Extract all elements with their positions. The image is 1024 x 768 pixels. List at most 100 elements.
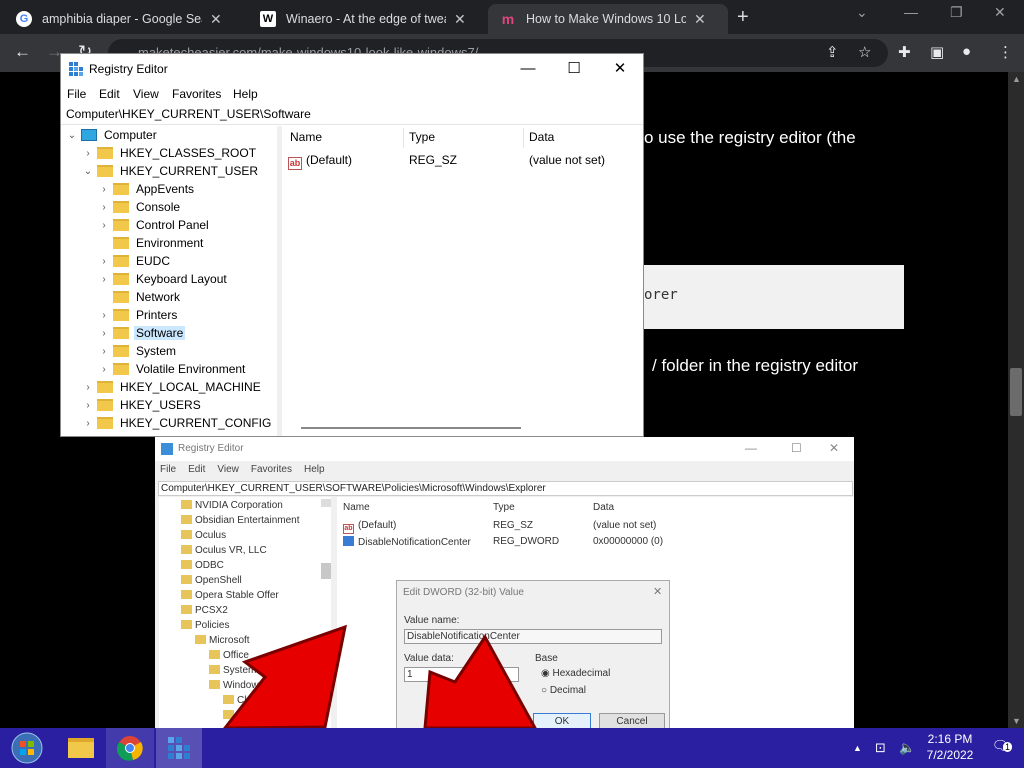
tree-hkey-current-user[interactable]: ⌄ HKEY_CURRENT_USER bbox=[81, 162, 260, 180]
chevron-right-icon[interactable]: › bbox=[97, 346, 111, 357]
tree-item-appevents[interactable]: › AppEvents bbox=[97, 180, 196, 198]
registry-editor-window[interactable]: Registry Editor — ☐ ✕ File Edit View Fav… bbox=[60, 53, 644, 437]
show-hidden-icons[interactable]: ▲ bbox=[853, 743, 862, 753]
taskbar-registry-editor[interactable] bbox=[156, 728, 202, 768]
registry-tree[interactable]: ⌄ Computer › HKEY_CLASSES_ROOT ⌄ HKEY_CURRE… bbox=[61, 126, 277, 436]
chevron-right-icon[interactable]: › bbox=[81, 148, 95, 159]
scroll-up-icon[interactable]: ▲ bbox=[1012, 74, 1021, 84]
folder-icon bbox=[113, 219, 129, 231]
chevron-right-icon[interactable]: › bbox=[97, 310, 111, 321]
chevron-down-icon[interactable]: ⌄ bbox=[81, 166, 95, 177]
value-row-default[interactable]: ab (Default) bbox=[288, 151, 353, 170]
tree-hkey-current-config[interactable]: › HKEY_CURRENT_CONFIG bbox=[81, 414, 273, 432]
folder-icon bbox=[97, 165, 113, 177]
chevron-right-icon[interactable]: › bbox=[97, 364, 111, 375]
new-tab-icon[interactable]: + bbox=[737, 6, 749, 29]
tree-label: Keyboard Layout bbox=[136, 272, 227, 286]
back-icon[interactable]: ← bbox=[14, 42, 31, 62]
restore-icon[interactable]: ❐ bbox=[950, 4, 963, 21]
windows-taskbar: ▲ ⊡ 🔈 2:16 PM 7/2/2022 🗨 1 bbox=[0, 728, 1024, 768]
sidepanel-icon[interactable]: ▣ bbox=[930, 43, 944, 61]
tree-label: HKEY_LOCAL_MACHINE bbox=[120, 380, 261, 394]
tree-item-software[interactable]: › Software bbox=[97, 324, 186, 342]
tree-item-console[interactable]: › Console bbox=[97, 198, 182, 216]
tree-hkey-local-machine[interactable]: › HKEY_LOCAL_MACHINE bbox=[81, 378, 263, 396]
close-tab-icon[interactable]: ✕ bbox=[694, 11, 706, 28]
minimize-button[interactable]: — bbox=[505, 57, 551, 81]
column-divider[interactable] bbox=[403, 128, 404, 148]
chevron-right-icon[interactable]: › bbox=[97, 220, 111, 231]
tree-item-volatile-environment[interactable]: › Volatile Environment bbox=[97, 360, 247, 378]
regedit-titlebar[interactable]: Registry Editor — ☐ ✕ bbox=[61, 54, 643, 84]
tab-search-icon[interactable]: ⌄ bbox=[856, 4, 868, 21]
scroll-down-icon[interactable]: ▼ bbox=[1012, 716, 1021, 726]
network-icon[interactable]: ⊡ bbox=[875, 740, 886, 756]
tree-item-keyboard-layout[interactable]: › Keyboard Layout bbox=[97, 270, 229, 288]
tree-hkey-classes-root[interactable]: › HKEY_CLASSES_ROOT bbox=[81, 144, 258, 162]
tree-label: Control Panel bbox=[136, 218, 209, 232]
chevron-right-icon[interactable]: › bbox=[97, 256, 111, 267]
maximize-button[interactable]: ☐ bbox=[551, 57, 597, 81]
tree-hkey-users[interactable]: › HKEY_USERS bbox=[81, 396, 203, 414]
value-data: (value not set) bbox=[529, 153, 606, 167]
menu-view[interactable]: View bbox=[133, 87, 159, 101]
bookmark-star-icon[interactable]: ☆ bbox=[858, 43, 871, 61]
value-name: (Default) bbox=[306, 153, 353, 167]
chevron-right-icon[interactable]: › bbox=[97, 274, 111, 285]
share-icon[interactable]: ⇪ bbox=[826, 43, 839, 61]
horizontal-scrollbar[interactable] bbox=[301, 427, 521, 429]
tab-title: amphibia diaper - Google Search bbox=[42, 12, 202, 26]
folder-icon bbox=[113, 309, 129, 321]
chevron-right-icon[interactable]: › bbox=[81, 418, 95, 429]
column-divider[interactable] bbox=[523, 128, 524, 148]
tree-computer[interactable]: ⌄ Computer bbox=[65, 126, 159, 144]
chevron-right-icon[interactable]: › bbox=[81, 382, 95, 393]
extensions-icon[interactable]: ✚ bbox=[898, 43, 911, 61]
chevron-right-icon[interactable]: › bbox=[97, 328, 111, 339]
close-window-icon[interactable]: ✕ bbox=[994, 4, 1006, 21]
action-center-icon[interactable]: 🗨 1 bbox=[992, 738, 1014, 758]
chevron-right-icon[interactable]: › bbox=[81, 400, 95, 411]
column-header-data[interactable]: Data bbox=[529, 126, 554, 148]
regedit-address-bar[interactable]: Computer\HKEY_CURRENT_USER\Software bbox=[61, 105, 643, 125]
regedit-menubar: File Edit View Favorites Help bbox=[61, 84, 643, 104]
menu-favorites[interactable]: Favorites bbox=[172, 87, 221, 101]
profile-icon[interactable]: ● bbox=[962, 43, 971, 60]
tab-google-search[interactable]: G amphibia diaper - Google Search ✕ bbox=[4, 4, 246, 34]
tab-winaero[interactable]: W Winaero - At the edge of tweakin ✕ bbox=[248, 4, 490, 34]
scroll-thumb[interactable] bbox=[1010, 368, 1022, 416]
chevron-right-icon[interactable]: › bbox=[97, 184, 111, 195]
tree-item-eudc[interactable]: › EUDC bbox=[97, 252, 172, 270]
minimize-icon[interactable]: — bbox=[904, 4, 918, 20]
values-list[interactable]: Name Type Data ab (Default) REG_SZ (value… bbox=[282, 126, 643, 436]
tree-item-control-panel[interactable]: › Control Panel bbox=[97, 216, 211, 234]
notification-count: 1 bbox=[1003, 742, 1013, 752]
tree-item-environment[interactable]: Environment bbox=[97, 234, 205, 252]
clock-time: 2:16 PM bbox=[927, 732, 973, 746]
tab-maketecheasier[interactable]: m How to Make Windows 10 Look L ✕ bbox=[488, 4, 728, 34]
tree-item-network[interactable]: Network bbox=[97, 288, 182, 306]
regedit-icon bbox=[168, 737, 190, 759]
tree-item-printers[interactable]: › Printers bbox=[97, 306, 179, 324]
folder-icon bbox=[113, 273, 129, 285]
close-button[interactable]: ✕ bbox=[597, 57, 643, 81]
close-tab-icon[interactable]: ✕ bbox=[454, 11, 466, 28]
page-scrollbar[interactable]: ▲ ▼ bbox=[1008, 72, 1024, 728]
tree-item-system[interactable]: › System bbox=[97, 342, 178, 360]
chevron-right-icon[interactable]: › bbox=[97, 202, 111, 213]
taskbar-file-explorer[interactable] bbox=[58, 728, 104, 768]
menu-edit[interactable]: Edit bbox=[99, 87, 120, 101]
chevron-down-icon[interactable]: ⌄ bbox=[65, 130, 79, 141]
close-tab-icon[interactable]: ✕ bbox=[210, 11, 222, 28]
column-header-name[interactable]: Name bbox=[290, 126, 322, 148]
taskbar-chrome[interactable] bbox=[106, 728, 154, 768]
menu-file[interactable]: File bbox=[67, 87, 86, 101]
article-text: / folder in the registry editor bbox=[652, 356, 858, 375]
menu-help[interactable]: Help bbox=[233, 87, 258, 101]
code-block: orer bbox=[640, 265, 904, 329]
menu-icon[interactable]: ⋮ bbox=[998, 43, 1013, 61]
system-clock[interactable]: 2:16 PM 7/2/2022 bbox=[920, 731, 980, 763]
volume-icon[interactable]: 🔈 bbox=[899, 740, 915, 756]
start-button[interactable] bbox=[4, 728, 50, 768]
column-header-type[interactable]: Type bbox=[409, 126, 435, 148]
